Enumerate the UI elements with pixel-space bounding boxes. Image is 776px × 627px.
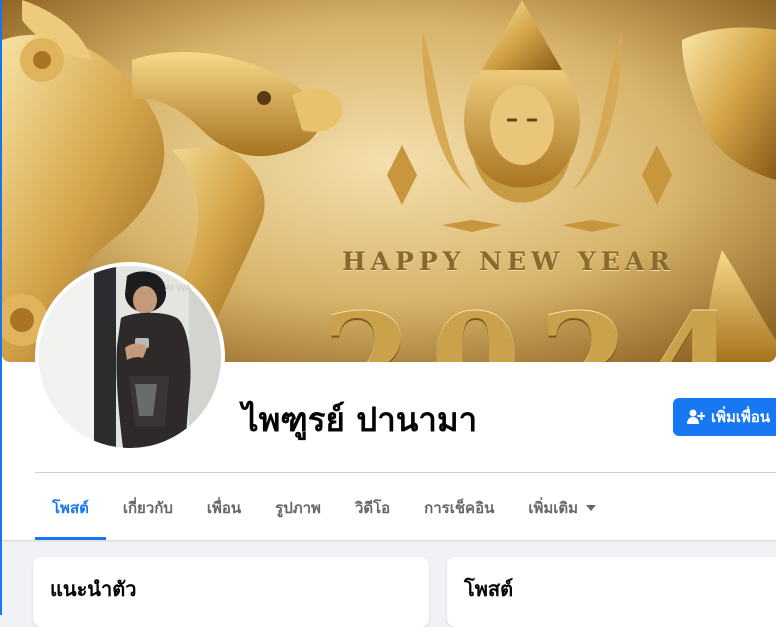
tab-label: เพื่อน (206, 499, 242, 517)
posts-card: โพสต์ (447, 557, 776, 627)
tab-photos[interactable]: รูปภาพ (258, 478, 338, 538)
add-friend-label: เพิ่มเพื่อน (711, 408, 771, 426)
tab-label: วิดีโอ (354, 499, 391, 517)
add-person-icon (687, 409, 705, 425)
intro-title: แนะนำตัว (50, 577, 137, 601)
profile-tabs: โพสต์ เกี่ยวกับ เพื่อน รูปภาพ วิดีโอ การ… (35, 478, 613, 540)
tab-checkins[interactable]: การเช็คอิน (407, 478, 511, 538)
add-friend-button[interactable]: เพิ่มเพื่อน (673, 398, 776, 436)
tab-videos[interactable]: วิดีโอ (338, 478, 407, 538)
header-divider (35, 472, 776, 473)
tab-label: เพิ่มเติม (528, 499, 579, 517)
tab-friends[interactable]: เพื่อน (190, 478, 258, 538)
avatar-photo (39, 266, 221, 448)
posts-title: โพสต์ (464, 577, 514, 601)
caret-down-icon (586, 505, 597, 511)
profile-avatar[interactable]: AI WA (35, 262, 225, 452)
tab-label: โพสต์ (52, 499, 89, 517)
tab-more[interactable]: เพิ่มเติม (511, 478, 613, 538)
cover-year: 2024 (322, 285, 756, 362)
cover-headline: HAPPY NEW YEAR (342, 247, 675, 276)
avatar-watermark: AI WA (165, 284, 192, 294)
tab-about[interactable]: เกี่ยวกับ (106, 478, 190, 538)
avatar-picture (39, 266, 221, 448)
profile-header: HAPPY NEW YEAR 2024 AI WA ไพฑูรย์ ปานามา (2, 0, 776, 540)
tab-posts[interactable]: โพสต์ (35, 478, 106, 540)
intro-card: แนะนำตัว (33, 557, 429, 627)
tab-label: รูปภาพ (275, 499, 321, 517)
profile-name: ไพฑูรย์ ปานามา (242, 400, 478, 439)
tab-label: เกี่ยวกับ (122, 499, 173, 517)
tab-label: การเช็คอิน (424, 499, 495, 517)
